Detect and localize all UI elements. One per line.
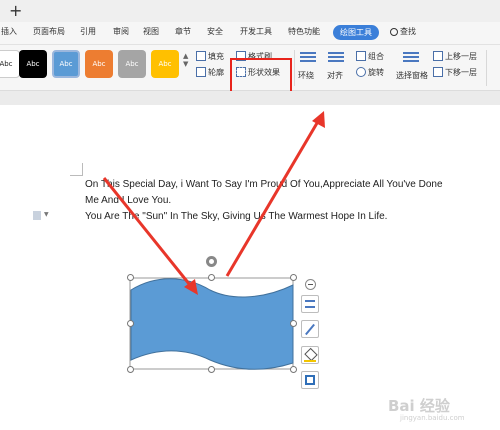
resize-handle-e[interactable] (290, 320, 297, 327)
resize-handle-w[interactable] (127, 320, 134, 327)
resize-handle-se[interactable] (290, 366, 297, 373)
resize-handle-ne[interactable] (290, 274, 297, 281)
wave-shape (130, 278, 294, 370)
outline-icon[interactable] (301, 371, 319, 389)
resize-handle-nw[interactable] (127, 274, 134, 281)
watermark: Bai 经验 (388, 397, 450, 415)
fill-icon[interactable] (301, 346, 319, 364)
rotate-handle-icon[interactable] (206, 256, 217, 267)
resize-handle-sw[interactable] (127, 366, 134, 373)
watermark-url: jingyan.baidu.com (400, 414, 465, 422)
resize-handle-s[interactable] (208, 366, 215, 373)
collapse-icon[interactable] (305, 279, 316, 290)
pen-icon[interactable] (301, 320, 319, 338)
red-arrow-line-2 (225, 117, 322, 277)
resize-handle-n[interactable] (208, 274, 215, 281)
red-arrow-line-1 (102, 177, 196, 291)
layout-options-icon[interactable] (301, 295, 319, 313)
canvas-overlay (102, 111, 325, 370)
